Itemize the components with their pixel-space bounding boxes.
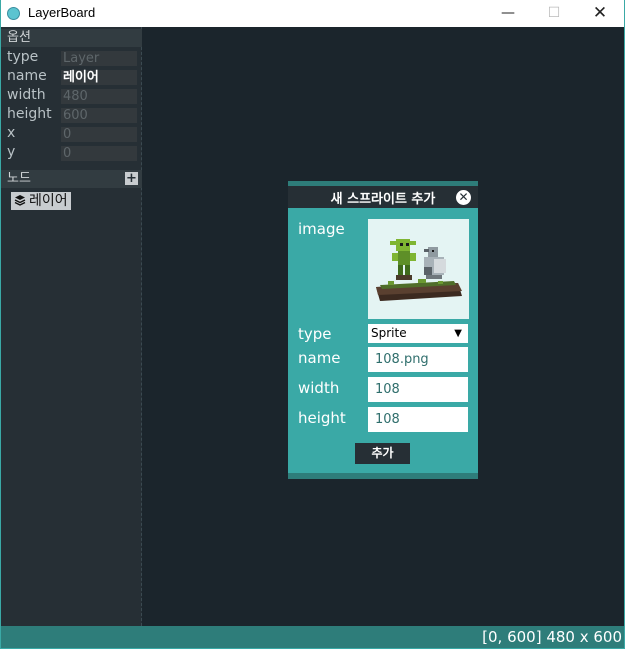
x-field[interactable]: 0 — [61, 127, 137, 142]
image-label: image — [298, 220, 345, 238]
sprite-preview-image — [368, 219, 469, 319]
sidebar: 옵션 type Layer name 레이어 width 480 height … — [1, 27, 142, 626]
type-select[interactable]: Sprite ▼ — [368, 324, 468, 343]
property-row-x: x 0 — [7, 125, 137, 142]
property-label: y — [7, 144, 16, 160]
width-input[interactable]: 108 — [368, 377, 468, 402]
height-label: height — [298, 409, 346, 427]
app-icon — [7, 7, 20, 20]
layers-icon — [14, 193, 26, 211]
app-window: LayerBoard — ☐ ✕ 옵션 type Layer name 레이어 … — [1, 0, 624, 648]
property-row-height: height 600 — [7, 106, 137, 123]
property-row-y: y 0 — [7, 144, 137, 161]
add-node-button[interactable]: + — [125, 172, 138, 185]
property-label: x — [7, 125, 16, 141]
dialog-title: 새 스프라이트 추가 — [330, 192, 436, 207]
dropdown-arrow-icon: ▼ — [454, 328, 462, 339]
property-label: name — [7, 68, 47, 84]
nodes-header-label: 노드 — [7, 171, 31, 186]
dialog-close-icon[interactable]: ✕ — [456, 190, 471, 205]
status-bar: [0, 600] 480 x 600 — [1, 626, 624, 648]
options-section-header: 옵션 — [1, 29, 142, 47]
options-header-label: 옵션 — [7, 30, 31, 45]
layer-node[interactable]: 레이어 — [11, 192, 71, 210]
layer-node-label: 레이어 — [29, 193, 68, 209]
property-row-type: type Layer — [7, 49, 137, 66]
height-field[interactable]: 600 — [61, 108, 137, 123]
dialog-header: 새 스프라이트 추가 ✕ — [288, 186, 478, 208]
maximize-button[interactable]: ☐ — [531, 0, 577, 27]
width-label: width — [298, 379, 340, 397]
window-title: LayerBoard — [28, 5, 96, 20]
name-field[interactable]: 레이어 — [61, 70, 137, 85]
property-row-name: name 레이어 — [7, 68, 137, 85]
minimize-button[interactable]: — — [485, 0, 531, 27]
property-label: type — [7, 49, 39, 65]
property-label: height — [7, 106, 52, 122]
status-text: [0, 600] 480 x 600 — [482, 628, 622, 646]
type-label: type — [298, 325, 332, 343]
y-field[interactable]: 0 — [61, 146, 137, 161]
type-select-value: Sprite — [371, 326, 407, 340]
title-bar: LayerBoard — ☐ ✕ — [1, 0, 624, 27]
name-label: name — [298, 349, 341, 367]
add-button[interactable]: 추가 — [355, 443, 410, 464]
name-input[interactable]: 108.png — [368, 347, 468, 372]
property-row-width: width 480 — [7, 87, 137, 104]
nodes-section-header: 노드 + — [1, 170, 142, 188]
height-input[interactable]: 108 — [368, 407, 468, 432]
dialog-bottom-border — [288, 473, 478, 479]
type-field[interactable]: Layer — [61, 51, 137, 66]
property-label: width — [7, 87, 46, 103]
add-sprite-dialog: 새 스프라이트 추가 ✕ image type Sprite ▼ name 10… — [288, 181, 478, 479]
close-window-button[interactable]: ✕ — [577, 0, 623, 27]
width-field[interactable]: 480 — [61, 89, 137, 104]
